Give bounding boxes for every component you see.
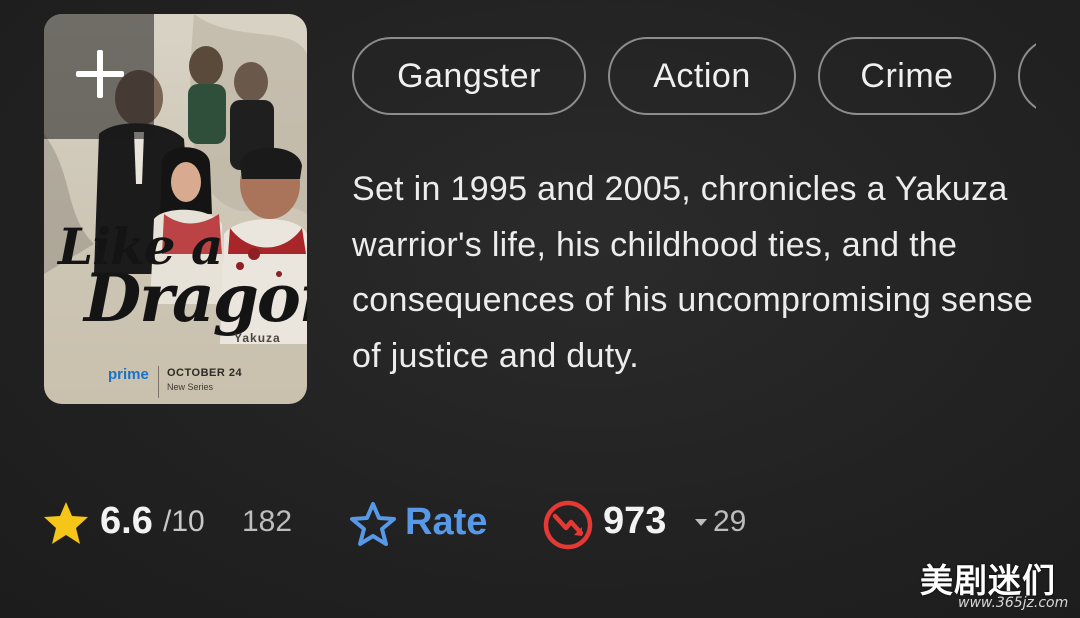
poster-release-date: OCTOBER 24 <box>167 367 243 379</box>
poster-title: Like a Dragon <box>58 222 307 337</box>
plot-description[interactable]: Set in 1995 and 2005, chronicles a Yakuz… <box>352 162 1042 384</box>
rate-button[interactable]: Rate <box>346 494 506 554</box>
plus-icon[interactable] <box>72 46 128 102</box>
poster-title-line2: Dragon <box>84 259 307 337</box>
poster-subtitle: Yakuza <box>234 331 281 345</box>
rating-max: /10 <box>163 505 205 538</box>
rate-label: Rate <box>405 501 488 543</box>
star-icon <box>44 502 88 544</box>
popularity-change: 29 <box>713 505 747 538</box>
star-outline-icon <box>350 502 396 546</box>
caret-down-icon <box>695 519 707 526</box>
poster-divider <box>158 366 159 398</box>
rating-value: 6.6 <box>100 500 153 542</box>
poster-release-note: New Series <box>167 382 214 392</box>
rating-count: 182 <box>242 505 293 538</box>
genre-chip-overflow[interactable] <box>1018 37 1036 115</box>
poster-network-logo: prime <box>108 366 149 383</box>
genre-chip[interactable]: Gangster <box>352 37 586 115</box>
genre-chips: Gangster Action Crime <box>352 36 1036 120</box>
genre-chip[interactable]: Action <box>608 37 796 115</box>
popularity-rank: 973 <box>603 500 667 542</box>
genre-chip[interactable]: Crime <box>818 37 996 115</box>
popularity-trend-down-icon <box>543 500 593 550</box>
watermark-url: www.365jz.com <box>958 595 1069 611</box>
